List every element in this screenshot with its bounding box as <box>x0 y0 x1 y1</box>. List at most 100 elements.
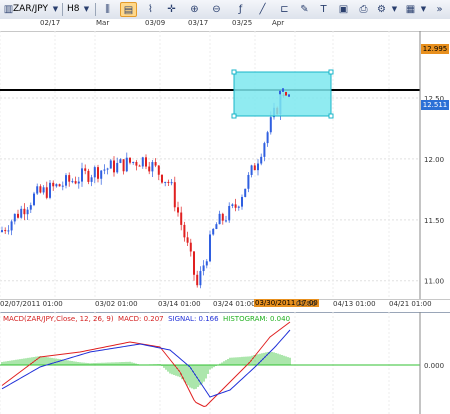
candle-chart-icon[interactable]: ▤ <box>120 2 137 17</box>
price-chart[interactable]: 12.5012.0011.5011.00 <box>0 31 450 299</box>
candle-body <box>199 271 202 286</box>
ruler-icon[interactable]: ⊏ <box>276 2 293 17</box>
candle-body <box>42 187 45 193</box>
time-axis-label: 03/14 01:00 <box>158 300 201 308</box>
candle-body <box>237 206 240 208</box>
time-axis-label: 02/07/2011 01:00 <box>0 300 63 308</box>
candle-body <box>269 117 272 133</box>
candle-body <box>29 205 32 210</box>
candle-body <box>260 156 263 164</box>
candle-body <box>125 157 128 172</box>
candle-body <box>250 165 253 175</box>
candle-body <box>285 91 287 96</box>
more-icon[interactable]: » <box>431 2 448 17</box>
candle-body <box>212 228 215 235</box>
candle-body <box>209 234 211 262</box>
text-icon[interactable]: T <box>315 2 332 17</box>
candle-body <box>1 230 3 232</box>
candle-body <box>225 220 227 222</box>
selection-handle <box>328 113 334 119</box>
candle-body <box>109 160 112 169</box>
candle-body <box>151 162 154 172</box>
candle-body <box>145 157 147 167</box>
candle-body <box>90 177 93 182</box>
line-chart-icon[interactable]: ⌇ <box>142 2 159 17</box>
crosshair-icon[interactable]: ✛ <box>163 2 180 17</box>
candle-body <box>26 209 29 215</box>
candle-body <box>23 208 26 215</box>
time-axis-label: 04/21 01:00 <box>389 300 432 308</box>
zoom-in-icon[interactable]: ⊕ <box>186 2 203 17</box>
candle-body <box>55 184 58 187</box>
candle-body <box>36 186 39 194</box>
layout-dropdown-icon[interactable]: ▼ <box>415 2 432 17</box>
candle-body <box>129 157 131 163</box>
candle-body <box>7 230 10 232</box>
candle-body <box>77 181 80 184</box>
zoom-out-icon[interactable]: ⊖ <box>208 2 225 17</box>
candle-body <box>113 160 115 173</box>
candle-body <box>205 261 208 266</box>
macd-title: MACD(ZAR/JPY,Close, 12, 26, 9) <box>3 315 114 323</box>
candle-body <box>116 162 119 173</box>
selection-handle <box>231 113 237 119</box>
candle-body <box>183 224 186 238</box>
selection-handle <box>231 69 237 75</box>
histogram-value: HISTOGRAM: 0.040 <box>223 315 291 323</box>
toolbar-separator <box>95 3 96 16</box>
candle-body <box>282 88 284 92</box>
toolbar-separator <box>62 3 63 16</box>
candle-body <box>68 175 71 182</box>
candle-body <box>119 159 122 163</box>
candle-body <box>218 213 221 225</box>
settings-dropdown-icon[interactable]: ▼ <box>386 2 403 17</box>
candle-body <box>288 94 290 97</box>
candle-body <box>189 242 192 252</box>
print-icon[interactable]: ⎙ <box>355 2 372 17</box>
macd-value: MACD: 0.207 <box>118 315 164 323</box>
candle-body <box>106 168 109 170</box>
candle-body <box>193 251 195 275</box>
indicator-icon[interactable]: ƒ <box>232 2 249 17</box>
top-axis-label: Mar <box>96 19 110 27</box>
signal-value: SIGNAL: 0.166 <box>168 315 219 323</box>
macd-zero-label: 0.000 <box>424 362 444 370</box>
price-tick-label: 12.00 <box>424 156 444 164</box>
candle-body <box>58 184 61 187</box>
candle-body <box>71 181 74 183</box>
pencil-icon[interactable]: ✎ <box>296 2 313 17</box>
draw-line-icon[interactable]: ╱ <box>254 2 271 17</box>
bar-chart-icon[interactable]: ⫼ <box>99 2 116 17</box>
candle-body <box>61 185 64 187</box>
time-axis-label: 03/24 01:00 <box>213 300 256 308</box>
candle-body <box>234 204 237 208</box>
candle-body <box>49 182 51 198</box>
candle-body <box>186 237 189 243</box>
candle-body <box>135 161 138 166</box>
candle-body <box>177 207 179 213</box>
candle-body <box>173 182 176 208</box>
candle-body <box>221 213 224 221</box>
candle-body <box>148 166 151 172</box>
selection-rectangle <box>233 71 332 117</box>
price-marker-top: 12.995 <box>421 44 449 54</box>
symbol-selector[interactable]: ZAR/JPY <box>13 2 48 17</box>
macd-pane[interactable]: 0.000 <box>0 312 450 414</box>
candle-body <box>138 165 141 167</box>
candle-body <box>215 224 218 229</box>
candle-body <box>231 204 234 206</box>
candle-body <box>87 170 90 182</box>
candle-body <box>257 163 259 171</box>
image-icon[interactable]: ▣ <box>335 2 352 17</box>
candle-body <box>103 169 106 171</box>
top-axis-label: 03/17 <box>188 19 209 27</box>
candle-body <box>65 175 67 186</box>
timeframe-dropdown-icon[interactable]: ▼ <box>78 2 95 17</box>
top-axis-label: Apr <box>272 19 285 27</box>
candle-body <box>52 182 55 187</box>
candle-body <box>45 187 48 198</box>
candle-body <box>74 181 77 184</box>
candle-body <box>97 167 99 179</box>
price-tick-label: 11.00 <box>424 278 444 286</box>
candle-body <box>167 181 170 183</box>
